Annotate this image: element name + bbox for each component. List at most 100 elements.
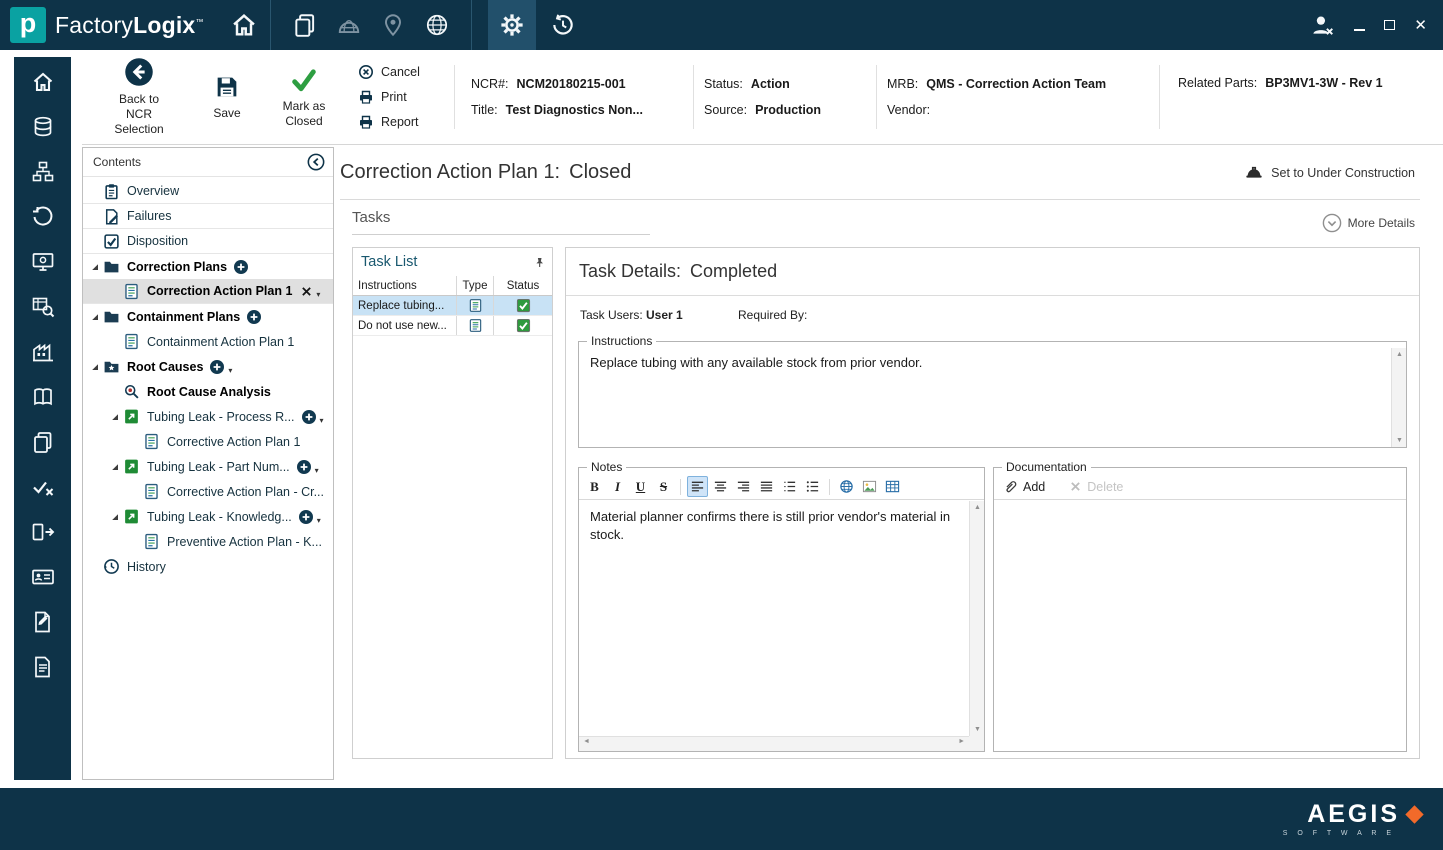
set-under-construction-button[interactable]: Set to Under Construction	[1244, 163, 1415, 183]
tree-item-containment-action-plan-1[interactable]: Containment Action Plan 1	[83, 329, 333, 354]
notes-hscrollbar[interactable]: ◄►	[579, 736, 969, 751]
link-globe-button[interactable]	[836, 476, 857, 497]
cancel-button[interactable]: Cancel	[358, 64, 444, 80]
instructions-scrollbar[interactable]: ▲▼	[1391, 348, 1406, 447]
expander-caret[interactable]	[109, 462, 121, 472]
tree-item-failures[interactable]: Failures	[83, 204, 333, 229]
network-dome-icon[interactable]	[336, 12, 362, 38]
notes-vscrollbar[interactable]: ▲▼	[969, 501, 984, 736]
remove-plan-button[interactable]	[300, 285, 313, 298]
list-bullet-button[interactable]	[802, 476, 823, 497]
add-button[interactable]	[246, 309, 262, 325]
tree-item-root-cause-analysis[interactable]: Root Cause Analysis	[83, 379, 333, 404]
tree-item-overview[interactable]: Overview	[83, 179, 333, 204]
dropdown-caret[interactable]: ▾	[317, 516, 321, 529]
tree-item-tubing-leak-process-r[interactable]: Tubing Leak - Process R...▾	[83, 404, 333, 429]
rail-item-workstation[interactable]	[23, 249, 63, 275]
rail-item-factory[interactable]	[23, 339, 63, 365]
bold-button[interactable]: B	[584, 476, 605, 497]
location-pin-icon[interactable]	[380, 12, 406, 38]
rail-item-org[interactable]	[23, 159, 63, 185]
documents-icon[interactable]	[292, 12, 318, 38]
expander-caret[interactable]	[109, 412, 121, 422]
strikethrough-button[interactable]: S	[653, 476, 674, 497]
rail-item-library[interactable]	[23, 384, 63, 410]
print-button[interactable]: Print	[358, 89, 444, 105]
add-button[interactable]	[233, 259, 249, 275]
tree-item-history[interactable]: History	[83, 554, 333, 579]
add-attachment-button[interactable]: Add	[1003, 479, 1045, 494]
mark-as-closed-button[interactable]: Mark asClosed	[272, 66, 336, 129]
collapse-contents-icon[interactable]	[307, 153, 325, 171]
align-left-icon	[690, 479, 705, 494]
rail-item-data[interactable]	[23, 114, 63, 140]
task-instructions-cell: Do not use new...	[353, 316, 457, 335]
close-button[interactable]: ✕	[1414, 18, 1427, 33]
save-button[interactable]: Save	[200, 73, 254, 121]
tree-item-corrective-action-plan-cr[interactable]: Corrective Action Plan - Cr...	[83, 479, 333, 504]
add-button[interactable]	[296, 459, 312, 475]
expander-caret[interactable]	[89, 362, 101, 372]
expander-caret[interactable]	[109, 512, 121, 522]
product-logo[interactable]: p	[10, 7, 46, 43]
dropdown-caret[interactable]: ▾	[316, 290, 320, 303]
task-instructions-cell: Replace tubing...	[353, 296, 457, 315]
dropdown-caret[interactable]: ▾	[228, 366, 232, 379]
report-button[interactable]: Report	[358, 114, 444, 130]
rail-item-history[interactable]	[23, 204, 63, 230]
more-details-button[interactable]: More Details	[1322, 213, 1415, 233]
minimize-button[interactable]	[1354, 29, 1365, 31]
dropdown-caret[interactable]: ▾	[315, 466, 319, 479]
tree-item-correction-plans[interactable]: Correction Plans	[83, 254, 333, 279]
tree-item-disposition[interactable]: Disposition	[83, 229, 333, 254]
rail-item-documents[interactable]	[23, 429, 63, 455]
column-header-status[interactable]: Status	[494, 276, 552, 295]
add-button[interactable]	[209, 359, 225, 375]
task-row-do-not-use-new[interactable]: Do not use new...	[353, 316, 552, 336]
rail-item-notes-doc[interactable]	[23, 654, 63, 680]
home-icon[interactable]	[230, 11, 258, 39]
tree-item-tubing-leak-knowledg[interactable]: Tubing Leak - Knowledg...▾	[83, 504, 333, 529]
task-status: Completed	[690, 261, 777, 282]
column-header-type[interactable]: Type	[457, 276, 494, 295]
tree-item-preventive-action-plan-k[interactable]: Preventive Action Plan - K...	[83, 529, 333, 554]
revision-history-icon[interactable]	[550, 12, 576, 38]
table-button[interactable]	[882, 476, 903, 497]
dropdown-caret[interactable]: ▾	[320, 416, 324, 429]
tree-item-containment-plans[interactable]: Containment Plans	[83, 304, 333, 329]
align-justify-button[interactable]	[756, 476, 777, 497]
save-icon	[213, 73, 241, 101]
tree-item-corrective-action-plan-1[interactable]: Corrective Action Plan 1	[83, 429, 333, 454]
rail-item-lookup[interactable]	[23, 294, 63, 320]
user-logout-icon[interactable]	[1309, 12, 1335, 38]
column-header-instructions[interactable]: Instructions	[353, 276, 457, 295]
rail-item-home[interactable]	[23, 69, 63, 95]
align-center-button[interactable]	[710, 476, 731, 497]
rail-item-badge[interactable]	[23, 564, 63, 590]
tree-item-root-causes[interactable]: Root Causes▾	[83, 354, 333, 379]
tree-item-tubing-leak-part-num[interactable]: Tubing Leak - Part Num...▾	[83, 454, 333, 479]
add-button[interactable]	[298, 509, 314, 525]
expander-caret[interactable]	[89, 312, 101, 322]
underline-button[interactable]: U	[630, 476, 651, 497]
rail-item-edit-doc[interactable]	[23, 609, 63, 635]
web-globe-icon[interactable]	[424, 12, 450, 38]
expander-caret[interactable]	[89, 262, 101, 272]
list-number-button[interactable]	[779, 476, 800, 497]
documentation-legend: Documentation	[1002, 460, 1091, 474]
italic-button[interactable]: I	[607, 476, 628, 497]
settings-tab-active[interactable]	[488, 0, 536, 50]
rail-item-verify[interactable]	[23, 474, 63, 500]
tree-item-correction-action-plan-1[interactable]: Correction Action Plan 1▾	[83, 279, 333, 304]
notes-text[interactable]: Material planner confirms there is still…	[579, 500, 984, 544]
pin-icon[interactable]	[533, 256, 546, 269]
maximize-button[interactable]	[1384, 20, 1395, 30]
add-button[interactable]	[301, 409, 317, 425]
delete-attachment-button[interactable]: Delete	[1069, 480, 1123, 494]
back-to-ncr-button[interactable]: Back toNCR Selection	[100, 57, 178, 137]
align-left-button[interactable]	[687, 476, 708, 497]
image-button[interactable]	[859, 476, 880, 497]
task-row-replace-tubing[interactable]: Replace tubing...	[353, 296, 552, 316]
align-right-button[interactable]	[733, 476, 754, 497]
rail-item-transfer[interactable]	[23, 519, 63, 545]
